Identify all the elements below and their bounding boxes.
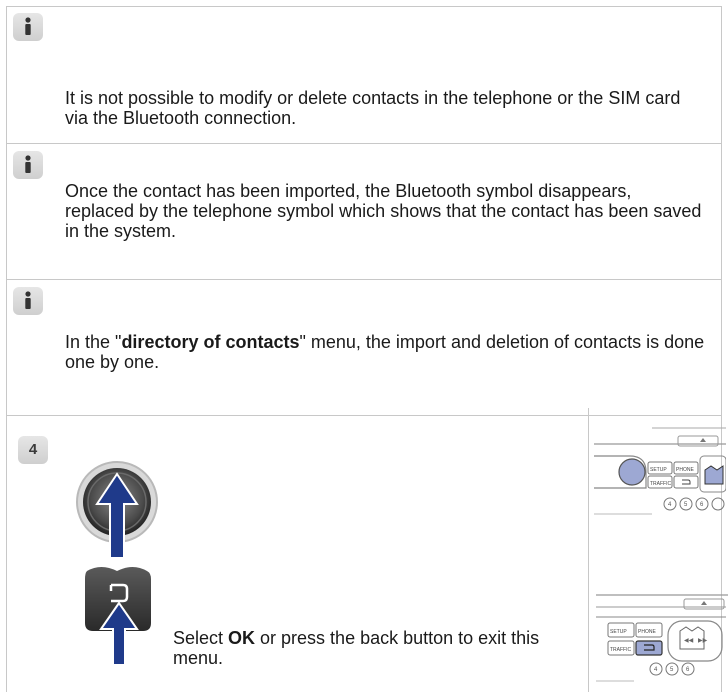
traffic-label: TRAFFIC [610, 647, 631, 653]
setup-label: SETUP [650, 467, 667, 473]
preset-button-label: 6 [686, 667, 690, 673]
note-text-part: In the " [65, 332, 122, 352]
preset-button-label: 4 [668, 502, 672, 508]
preset-button-label: 4 [654, 667, 658, 673]
rotary-knob-press-icon [76, 461, 158, 559]
info-note-1: It is not possible to modify or delete c… [6, 6, 722, 144]
step-number: 4 [18, 436, 48, 464]
svg-text:▶▶: ▶▶ [698, 637, 708, 644]
ok-label: OK [228, 628, 256, 648]
note-text: It is not possible to modify or delete c… [65, 88, 681, 128]
setup-label: SETUP [610, 629, 627, 635]
phone-label: PHONE [638, 629, 656, 635]
column-divider [588, 408, 589, 692]
phone-label: PHONE [676, 467, 694, 473]
step-text-part: Select [173, 628, 229, 648]
preset-button-label: 6 [700, 502, 704, 508]
info-icon [13, 13, 43, 41]
back-button-press-icon [85, 567, 151, 665]
front-panel-knob-illustration: SETUP TRAFFIC PHONE 4 5 6 [594, 427, 726, 515]
traffic-label: TRAFFIC [650, 481, 671, 487]
info-note-3: In the "directory of contacts" menu, the… [6, 280, 722, 416]
front-panel-back-illustration: SETUP TRAFFIC PHONE ◀◀ ▶▶ 4 5 6 [596, 594, 728, 682]
step-instruction: Select OK or press the back button to ex… [173, 628, 563, 668]
note-text: Once the contact has been imported, the … [65, 181, 702, 241]
preset-button-label: 5 [684, 502, 688, 508]
note-text: In the "directory of contacts" menu, the… [65, 332, 705, 372]
info-icon [13, 287, 43, 315]
info-note-2: Once the contact has been imported, the … [6, 144, 722, 280]
preset-button-label: 5 [670, 667, 674, 673]
menu-name: directory of contacts [121, 332, 300, 352]
svg-text:◀◀: ◀◀ [684, 637, 694, 644]
info-icon [13, 151, 43, 179]
